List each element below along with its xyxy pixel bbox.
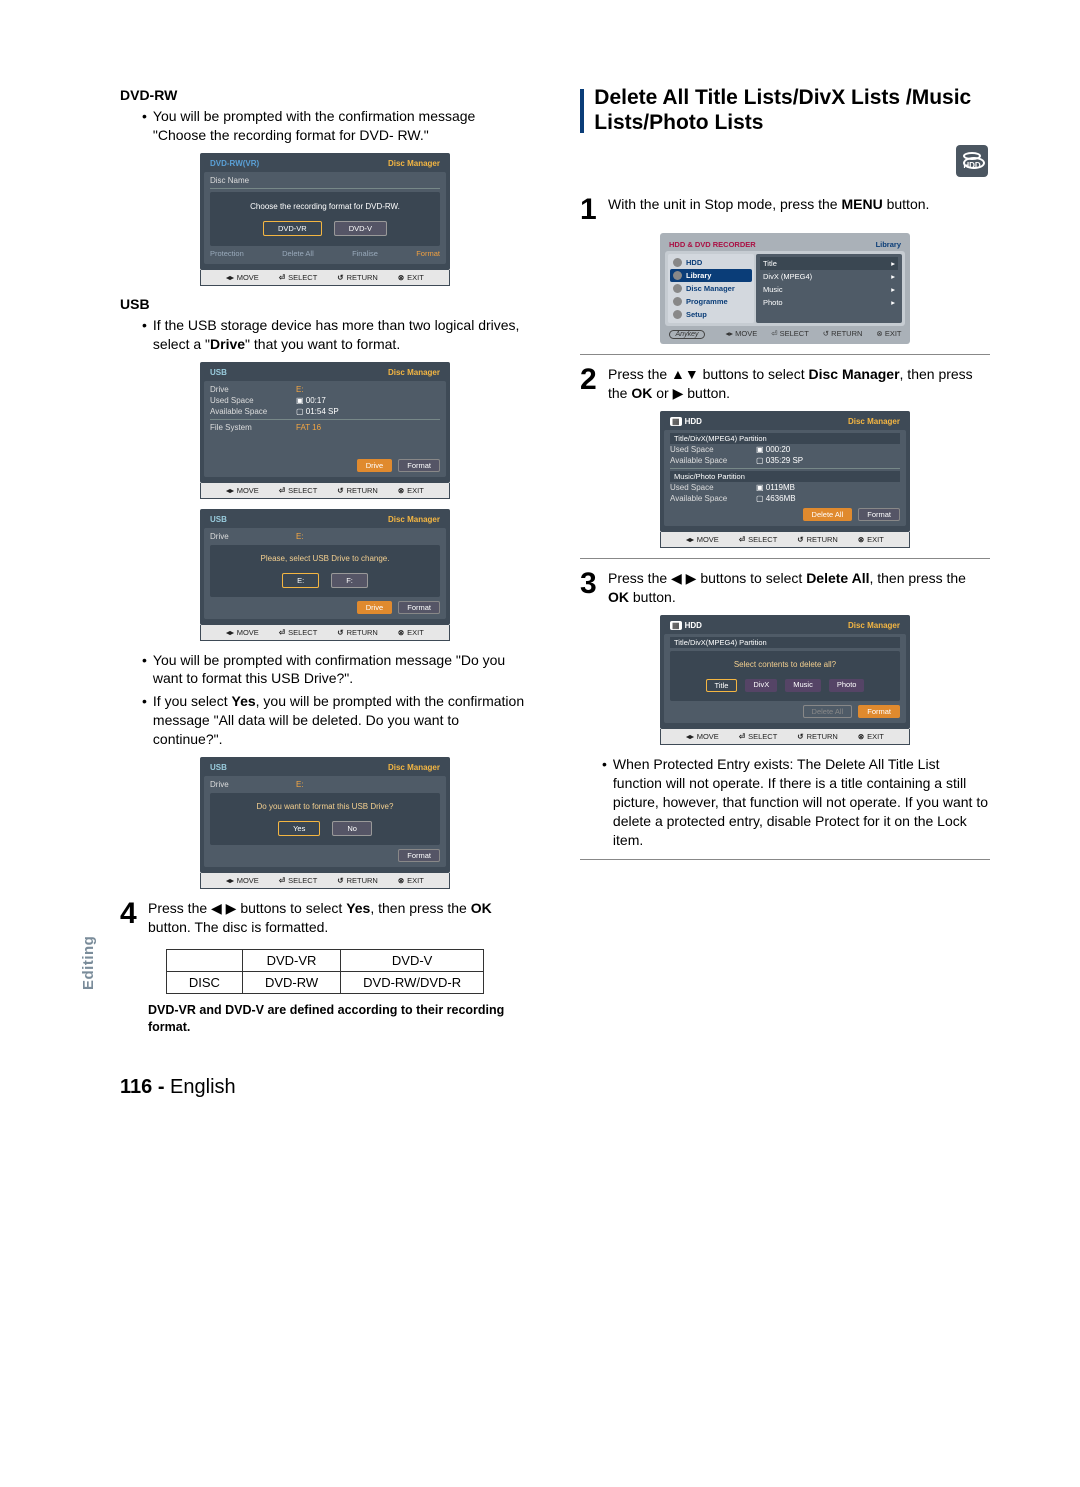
- programme-icon: [673, 297, 682, 306]
- format-button[interactable]: Format: [398, 849, 440, 862]
- delete-all-button-disabled: Delete All: [803, 705, 853, 718]
- table-footnote: DVD-VR and DVD-V are defined according t…: [120, 1002, 530, 1036]
- step-1: 1 With the unit in Stop mode, press the …: [580, 195, 990, 225]
- delete-photo-option[interactable]: Photo: [829, 679, 865, 692]
- drive-f-option[interactable]: F:: [331, 573, 368, 588]
- hdd-icon: [673, 258, 682, 267]
- drive-button[interactable]: Drive: [357, 459, 393, 472]
- dvd-vr-option[interactable]: DVD-VR: [263, 221, 322, 236]
- hdd-icon: HDD: [956, 145, 988, 177]
- usb-heading: USB: [120, 296, 530, 312]
- drive-e-option[interactable]: E:: [282, 573, 319, 588]
- usb-bullet-2: You will be prompted with confirmation m…: [120, 651, 530, 689]
- setup-icon: [673, 310, 682, 319]
- usb-bullet-1: If the USB storage device has more than …: [120, 316, 530, 354]
- drive-button[interactable]: Drive: [357, 601, 393, 614]
- screenshot-usb-info: USBDisc Manager DriveE: Used Space▣ 00:1…: [200, 362, 450, 499]
- dvd-rw-bullet: You will be prompted with the confirmati…: [120, 107, 530, 145]
- screenshot-usb-format-confirm: USBDisc Manager DriveE: Do you want to f…: [200, 757, 450, 889]
- page-footer: 116 - English: [120, 1076, 990, 1099]
- dvd-rw-heading: DVD-RW: [120, 87, 530, 103]
- step-2: 2 Press the ▲▼ buttons to select Disc Ma…: [580, 365, 990, 403]
- step-3: 3 Press the ◀ ▶ buttons to select Delete…: [580, 569, 990, 607]
- format-button[interactable]: Format: [858, 508, 900, 521]
- disc-manager-icon: [673, 284, 682, 293]
- format-table: DVD-VRDVD-V DISCDVD-RWDVD-RW/DVD-R: [166, 949, 484, 994]
- screenshot-usb-select-drive: USBDisc Manager DriveE: Please, select U…: [200, 509, 450, 641]
- screenshot-disc-manager: ▦HDDDisc Manager Title/DivX(MPEG4) Parti…: [660, 411, 910, 548]
- anykey-icon: Anykey: [669, 330, 706, 339]
- format-button[interactable]: Format: [398, 459, 440, 472]
- delete-divx-option[interactable]: DivX: [745, 679, 777, 692]
- format-button[interactable]: Format: [858, 705, 900, 718]
- osd-footer: ◂▸MOVE ⏎SELECT ↺RETURN ⊗EXIT: [200, 270, 450, 286]
- dvd-v-option[interactable]: DVD-V: [334, 221, 387, 236]
- yes-button[interactable]: Yes: [278, 821, 320, 836]
- usb-bullet-3: If you select Yes, you will be prompted …: [120, 692, 530, 749]
- no-button[interactable]: No: [332, 821, 372, 836]
- delete-music-option[interactable]: Music: [785, 679, 821, 692]
- step-4: 4 Press the ◀ ▶ buttons to select Yes, t…: [120, 899, 530, 937]
- format-button[interactable]: Format: [398, 601, 440, 614]
- accent-bar: [580, 89, 584, 133]
- section-tab: Editing: [80, 936, 97, 990]
- screenshot-delete-all-select: ▦HDDDisc Manager Title/DivX(MPEG4) Parti…: [660, 615, 910, 745]
- delete-all-button[interactable]: Delete All: [803, 508, 853, 521]
- screenshot-library: HDD & DVD RECORDERLibrary HDD Library Di…: [660, 233, 910, 344]
- delete-title-option[interactable]: Title: [706, 679, 738, 692]
- section-heading: Delete All Title Lists/DivX Lists /Music…: [580, 85, 990, 135]
- left-column: DVD-RW You will be prompted with the con…: [120, 85, 530, 1036]
- right-column: Delete All Title Lists/DivX Lists /Music…: [580, 85, 990, 1036]
- protected-entry-note: When Protected Entry exists: The Delete …: [580, 755, 990, 849]
- screenshot-dvdrw-format: DVD-RW(VR)Disc Manager Disc Name Choose …: [200, 153, 450, 286]
- step-number-4: 4: [120, 899, 142, 929]
- library-icon: [673, 271, 682, 280]
